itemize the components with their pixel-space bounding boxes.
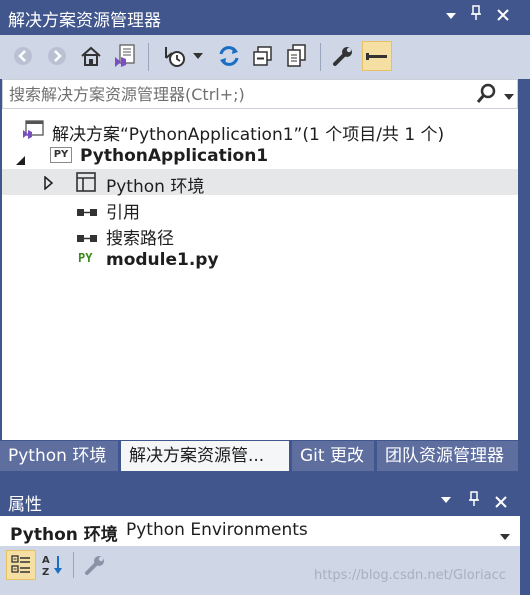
pin-icon[interactable]	[465, 5, 487, 29]
module-label: module1.py	[106, 250, 219, 270]
search-input[interactable]	[9, 83, 469, 105]
property-pages-icon[interactable]	[80, 550, 110, 580]
solution-tree: 解决方案“PythonApplication1”(1 个项目/共 1 个) PY…	[2, 109, 518, 440]
properties-toolbar: AZ https://blog.csdn.net/Gloriacc	[0, 546, 520, 595]
pending-changes-icon[interactable]	[160, 41, 190, 71]
svg-text:Z: Z	[42, 567, 49, 577]
search-options-dropdown-icon[interactable]	[503, 87, 517, 101]
tree-item-references[interactable]: 引用	[2, 195, 518, 223]
window-position-dropdown-icon[interactable]	[440, 5, 462, 29]
properties-toolbar-separator	[73, 552, 74, 578]
sync-icon[interactable]	[214, 41, 244, 71]
alphabetical-icon[interactable]: AZ	[38, 550, 68, 580]
tab-git-changes[interactable]: Git 更改	[292, 441, 374, 471]
environments-label: Python 环境	[106, 177, 205, 197]
forward-icon[interactable]	[42, 41, 72, 71]
python-project-icon: PY	[50, 147, 72, 163]
properties-title-bar: 属性	[0, 486, 530, 516]
search-box[interactable]	[2, 79, 518, 109]
tree-item-module[interactable]: PY module1.py	[2, 247, 518, 273]
tab-python-environments[interactable]: Python 环境	[0, 441, 118, 471]
search-icon[interactable]	[475, 83, 497, 105]
properties-position-dropdown-icon[interactable]	[440, 490, 452, 510]
environments-icon	[76, 172, 96, 197]
expanded-arrow-icon[interactable]	[16, 151, 26, 171]
properties-object-selector[interactable]: Python 环境 Python Environments	[0, 516, 520, 546]
tab-team-explorer[interactable]: 团队资源管理器	[377, 441, 518, 471]
tab-solution-explorer[interactable]: 解决方案资源管...	[121, 441, 289, 471]
collapse-all-icon[interactable]	[248, 41, 278, 71]
close-icon[interactable]	[492, 5, 514, 29]
toolbar-separator	[320, 43, 321, 71]
python-file-icon: PY	[78, 251, 93, 265]
selected-object-name: Python 环境	[10, 525, 118, 545]
properties-pin-icon[interactable]	[468, 491, 480, 512]
properties-close-icon[interactable]	[495, 493, 507, 513]
properties-wrench-icon[interactable]	[328, 41, 358, 71]
vs-switch-view-icon[interactable]	[110, 41, 140, 71]
solution-label: 解决方案“PythonApplication1”(1 个项目/共 1 个)	[52, 125, 445, 145]
tree-item-search-paths[interactable]: 搜索路径	[2, 221, 518, 249]
watermark-text: https://blog.csdn.net/Gloriacc	[314, 568, 506, 583]
tree-item-solution[interactable]: 解决方案“PythonApplication1”(1 个项目/共 1 个)	[2, 117, 518, 145]
search-paths-label: 搜索路径	[106, 229, 174, 249]
show-all-files-icon[interactable]	[282, 41, 312, 71]
chevron-down-icon[interactable]	[500, 526, 512, 540]
toolbar-separator	[148, 43, 149, 71]
bottom-tab-strip: Python 环境 解决方案资源管... Git 更改 团队资源管理器	[0, 440, 530, 472]
categorized-icon[interactable]	[6, 550, 36, 580]
selected-object-type: Python Environments	[126, 520, 308, 540]
project-label: PythonApplication1	[80, 146, 269, 166]
tree-item-project[interactable]: PY PythonApplication1	[2, 143, 518, 169]
collapsed-arrow-icon[interactable]	[44, 175, 54, 195]
back-icon[interactable]	[8, 41, 38, 71]
solution-explorer-title-bar: 解决方案资源管理器	[0, 0, 530, 35]
panel-gap	[0, 472, 530, 486]
preview-selected-icon[interactable]	[362, 41, 392, 71]
references-label: 引用	[106, 203, 140, 223]
references-icon	[76, 203, 98, 223]
dropdown-icon[interactable]	[190, 41, 206, 71]
solution-icon	[22, 120, 44, 145]
solution-explorer-toolbar	[0, 35, 530, 79]
home-icon[interactable]	[76, 41, 106, 71]
tree-item-python-environments[interactable]: Python 环境	[2, 169, 518, 197]
search-paths-icon	[76, 229, 98, 249]
properties-title: 属性	[8, 495, 42, 515]
window-title: 解决方案资源管理器	[8, 11, 161, 31]
svg-text:A: A	[42, 555, 50, 566]
